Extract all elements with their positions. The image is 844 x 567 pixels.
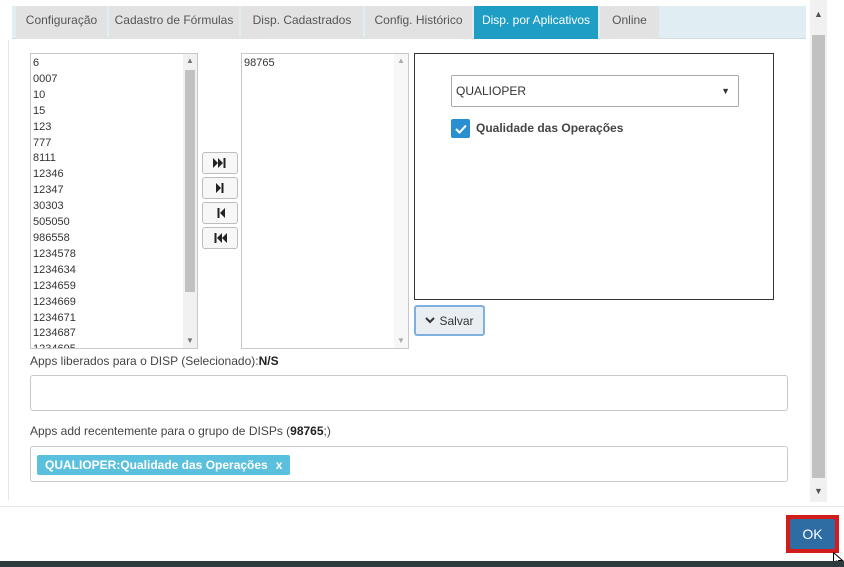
- save-button[interactable]: Salvar: [414, 305, 485, 336]
- list-item[interactable]: 0007: [33, 72, 183, 88]
- save-button-label: Salvar: [439, 313, 474, 328]
- chevron-down-icon: ▼: [721, 86, 730, 96]
- footer-divider: [0, 506, 844, 507]
- background-strip: [0, 561, 844, 567]
- checkmark-icon: [454, 124, 467, 134]
- list-item[interactable]: 8111: [33, 151, 183, 167]
- list-item[interactable]: 10: [33, 88, 183, 104]
- selected-list-scrollbar[interactable]: ▲ ▼: [394, 54, 408, 348]
- scroll-down-icon[interactable]: ▼: [183, 334, 197, 348]
- tab-disp-cadastrados[interactable]: Disp. Cadastrados: [241, 6, 363, 39]
- move-all-left-button[interactable]: [202, 227, 238, 249]
- double-arrow-left-icon: [214, 233, 227, 243]
- available-list-scrollbar[interactable]: ▲ ▼: [183, 54, 197, 348]
- move-right-button[interactable]: [202, 177, 238, 199]
- tab-configuracao[interactable]: Configuração: [16, 6, 107, 39]
- app-select-value: QUALIOPER: [456, 84, 527, 98]
- scroll-up-icon[interactable]: ▲: [183, 54, 197, 68]
- tab-bar: Configuração Cadastro de Fórmulas Disp. …: [12, 6, 806, 39]
- selected-disp-items: 98765: [244, 56, 394, 72]
- apps-recent-label-text: Apps add recentemente para o grupo de DI…: [30, 424, 291, 438]
- list-item[interactable]: 15: [33, 104, 183, 120]
- app-tag-label: QUALIOPER:Qualidade das Operações: [45, 458, 268, 472]
- double-arrow-right-icon: [213, 158, 226, 168]
- arrow-left-icon: [217, 208, 225, 218]
- dialog-scrollbar[interactable]: ▲ ▼: [810, 0, 827, 502]
- list-item[interactable]: 505050: [33, 215, 183, 231]
- qualidade-checkbox-label: Qualidade das Operações: [476, 121, 624, 135]
- list-item[interactable]: 12347: [33, 183, 183, 199]
- list-item[interactable]: 1234671: [33, 311, 183, 327]
- apps-recent-label: Apps add recentemente para o grupo de DI…: [30, 424, 331, 438]
- list-item[interactable]: 1234578: [33, 247, 183, 263]
- scroll-down-icon[interactable]: ▼: [810, 483, 827, 500]
- tag-remove-button[interactable]: x: [276, 458, 283, 472]
- apps-released-label: Apps liberados para o DISP (Selecionado)…: [30, 354, 279, 368]
- list-item[interactable]: 1234659: [33, 279, 183, 295]
- list-item[interactable]: 1234669: [33, 295, 183, 311]
- apps-released-field[interactable]: [30, 375, 788, 411]
- tab-disp-por-aplicativos[interactable]: Disp. por Aplicativos: [474, 6, 598, 39]
- apps-released-label-text: Apps liberados para o DISP (Selecionado)…: [30, 354, 259, 368]
- apps-recent-field[interactable]: QUALIOPER:Qualidade das Operações x: [30, 446, 788, 482]
- list-item[interactable]: 1234634: [33, 263, 183, 279]
- ok-button[interactable]: OK: [790, 519, 835, 549]
- selected-disp-list[interactable]: 98765 ▲ ▼: [241, 53, 409, 349]
- ok-button-highlight: OK: [786, 515, 839, 553]
- list-item[interactable]: 1234687: [33, 326, 183, 342]
- arrow-right-icon: [215, 183, 223, 193]
- available-disp-items: 6 0007 10 15 123 777 8111 12346 12347 30…: [33, 56, 183, 348]
- list-item[interactable]: 1234695: [33, 342, 183, 348]
- list-item[interactable]: 123: [33, 120, 183, 136]
- tab-config-historico[interactable]: Config. Histórico: [365, 6, 472, 39]
- apps-released-label-value: N/S: [258, 354, 279, 368]
- list-item[interactable]: 6: [33, 56, 183, 72]
- tab-online[interactable]: Online: [600, 6, 659, 39]
- content-border: [8, 40, 9, 500]
- list-item[interactable]: 30303: [33, 199, 183, 215]
- app-tag: QUALIOPER:Qualidade das Operações x: [37, 455, 291, 475]
- list-item[interactable]: 12346: [33, 167, 183, 183]
- chevron-down-icon: [425, 317, 436, 324]
- scroll-thumb[interactable]: [185, 70, 195, 292]
- scroll-thumb[interactable]: [812, 35, 825, 478]
- tab-cadastro-formulas[interactable]: Cadastro de Fórmulas: [109, 6, 239, 39]
- scroll-up-icon[interactable]: ▲: [394, 54, 408, 68]
- move-all-right-button[interactable]: [202, 152, 238, 174]
- app-select[interactable]: QUALIOPER ▼: [451, 75, 739, 107]
- move-left-button[interactable]: [202, 202, 238, 224]
- apps-recent-label-suffix: ;): [323, 424, 331, 438]
- list-item[interactable]: 98765: [244, 56, 394, 72]
- scroll-down-icon[interactable]: ▼: [394, 334, 408, 348]
- app-config-panel: QUALIOPER ▼ Qualidade das Operações: [414, 53, 774, 300]
- apps-recent-label-value: 98765: [290, 424, 324, 438]
- qualidade-checkbox[interactable]: [451, 119, 470, 138]
- available-disp-list[interactable]: 6 0007 10 15 123 777 8111 12346 12347 30…: [30, 53, 198, 349]
- scroll-up-icon[interactable]: ▲: [810, 6, 827, 23]
- list-item[interactable]: 777: [33, 136, 183, 152]
- list-item[interactable]: 986558: [33, 231, 183, 247]
